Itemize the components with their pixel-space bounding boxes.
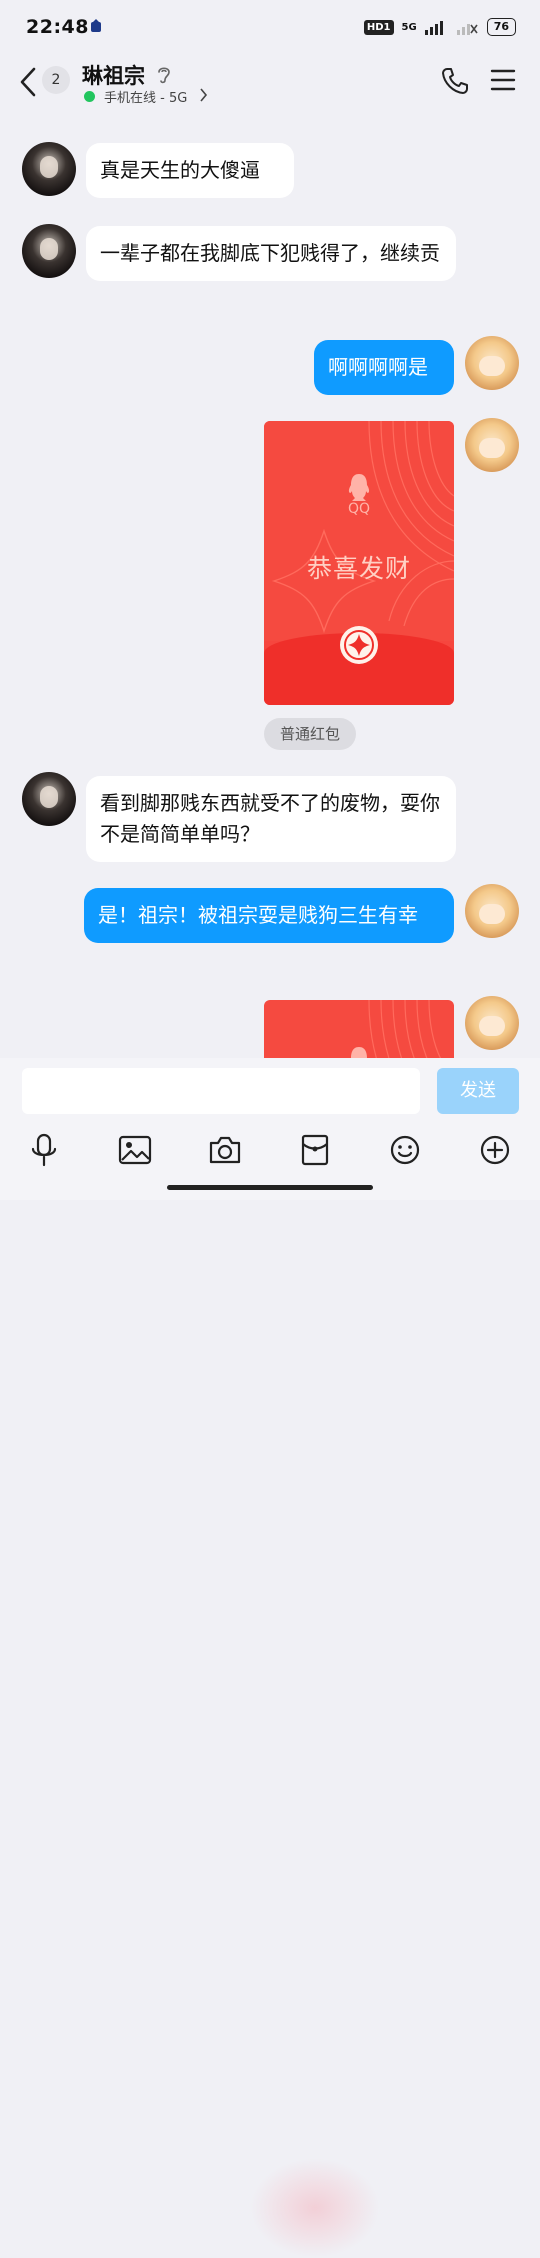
- network-label: 5G: [401, 21, 417, 33]
- contact-avatar[interactable]: [22, 224, 76, 278]
- microphone-icon[interactable]: [24, 1130, 64, 1170]
- outgoing-message-bubble[interactable]: 是！祖宗！被祖宗耍是贱狗三生有幸: [84, 888, 454, 943]
- back-icon[interactable]: [18, 66, 40, 98]
- menu-icon[interactable]: [490, 68, 516, 92]
- plus-icon[interactable]: [475, 1130, 515, 1170]
- chevron-right-icon[interactable]: [200, 88, 208, 102]
- red-packet-label: 普通红包: [264, 718, 356, 750]
- qq-penguin-icon: [351, 1047, 367, 1058]
- signal-icon: [424, 21, 443, 35]
- image-icon[interactable]: [115, 1130, 155, 1170]
- signal-off-icon: [456, 24, 478, 35]
- input-bar: 发送: [0, 1058, 540, 2258]
- emoji-icon[interactable]: [385, 1130, 425, 1170]
- my-avatar[interactable]: [465, 996, 519, 1050]
- incoming-message-bubble[interactable]: 一辈子都在我脚底下犯贱得了，继续贡: [86, 226, 456, 281]
- chat-header: 2 琳祖宗 手机在线 - 5G: [0, 54, 540, 110]
- status-bar: 22:48 HD1 5G 76: [0, 0, 540, 54]
- red-packet-icon[interactable]: [295, 1130, 335, 1170]
- online-status-dot: [84, 91, 95, 102]
- incoming-message-bubble[interactable]: 看到脚那贱东西就受不了的废物，耍你不是简简单单吗？: [86, 776, 456, 862]
- red-packet-title: 恭喜发财: [306, 554, 411, 583]
- phone-icon[interactable]: [440, 66, 470, 96]
- red-packet-coin-icon: [340, 626, 378, 664]
- qq-penguin-icon: [348, 474, 370, 501]
- online-status-text[interactable]: 手机在线 - 5G: [104, 87, 187, 106]
- tool-highlight: [250, 2158, 380, 2258]
- unread-count-badge[interactable]: 2: [42, 66, 70, 94]
- app-notification-icon: [90, 18, 102, 37]
- hd-badge: HD1: [363, 19, 394, 35]
- my-avatar[interactable]: [465, 418, 519, 472]
- message-input[interactable]: [22, 1068, 420, 1114]
- send-button[interactable]: 发送: [437, 1068, 519, 1114]
- battery-indicator: 76: [486, 18, 516, 36]
- contact-name[interactable]: 琳祖宗: [82, 60, 145, 90]
- contact-avatar[interactable]: [22, 142, 76, 196]
- ear-icon: [158, 67, 170, 84]
- red-packet-card-partial[interactable]: [264, 1000, 454, 1058]
- status-indicators: HD1 5G 76: [363, 16, 516, 38]
- my-avatar[interactable]: [465, 884, 519, 938]
- contact-avatar[interactable]: [22, 772, 76, 826]
- my-avatar[interactable]: [465, 336, 519, 390]
- outgoing-message-bubble[interactable]: 啊啊啊啊是: [314, 340, 454, 395]
- camera-icon[interactable]: [205, 1130, 245, 1170]
- home-indicator[interactable]: [167, 1185, 373, 1190]
- incoming-message-bubble[interactable]: 真是天生的大傻逼: [86, 143, 294, 198]
- status-time: 22:48: [26, 16, 89, 38]
- red-packet-brand: QQ: [347, 501, 371, 517]
- red-packet-card[interactable]: QQ 恭喜发财: [264, 421, 454, 705]
